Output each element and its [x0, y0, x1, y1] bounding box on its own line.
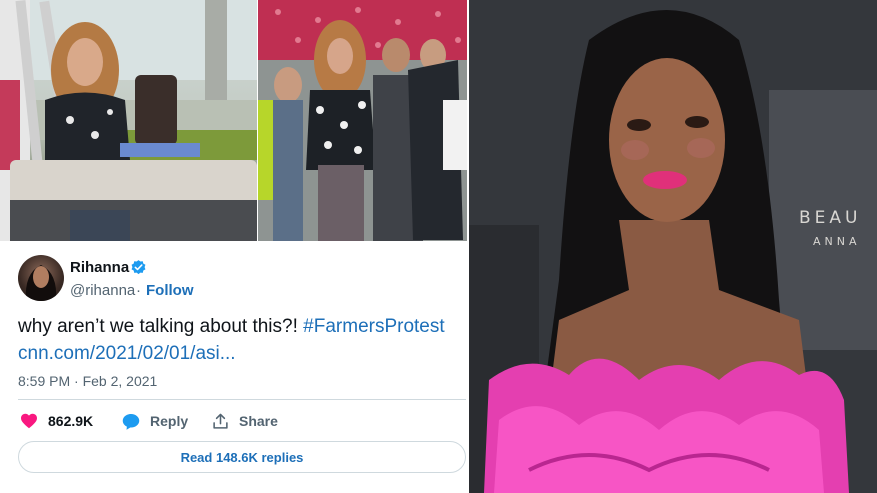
share-button[interactable]: Share: [212, 412, 278, 430]
avatar[interactable]: [18, 255, 64, 301]
handle-separator: ·: [136, 282, 141, 299]
reply-button[interactable]: Reply: [122, 412, 188, 430]
tweet-body: why aren’t we talking about this?! #Farm…: [18, 316, 445, 338]
tweet-text: why aren’t we talking about this?!: [18, 316, 304, 337]
verified-badge-icon: [131, 260, 146, 275]
author-handle[interactable]: @rihanna: [70, 282, 135, 299]
like-count: 862.9K: [48, 413, 94, 429]
tweet-timestamp[interactable]: 8:59 PM · Feb 2, 2021: [18, 373, 157, 389]
hashtag-link[interactable]: #FarmersProtest: [303, 316, 444, 337]
heart-icon: [21, 413, 37, 429]
reply-label: Reply: [150, 413, 189, 429]
share-upload-icon: [213, 413, 228, 429]
divider: [18, 399, 466, 400]
author-name[interactable]: Rihanna: [70, 259, 129, 276]
share-label: Share: [239, 413, 278, 429]
follow-button[interactable]: Follow: [146, 282, 194, 299]
like-button[interactable]: 862.9K: [20, 412, 93, 430]
reply-bubble-icon: [122, 413, 140, 430]
photo-portrait: BEAU ANNA: [469, 0, 877, 493]
backdrop-sign-line-1: BEAU: [799, 208, 862, 228]
read-replies-button[interactable]: Read 148.6K replies: [18, 441, 466, 473]
backdrop-sign-line-2: ANNA: [813, 235, 861, 248]
tweet-url-link[interactable]: cnn.com/2021/02/01/asi...: [18, 343, 236, 365]
photo-cart-scene: [0, 0, 257, 241]
photo-crowd-scene: [258, 0, 467, 241]
